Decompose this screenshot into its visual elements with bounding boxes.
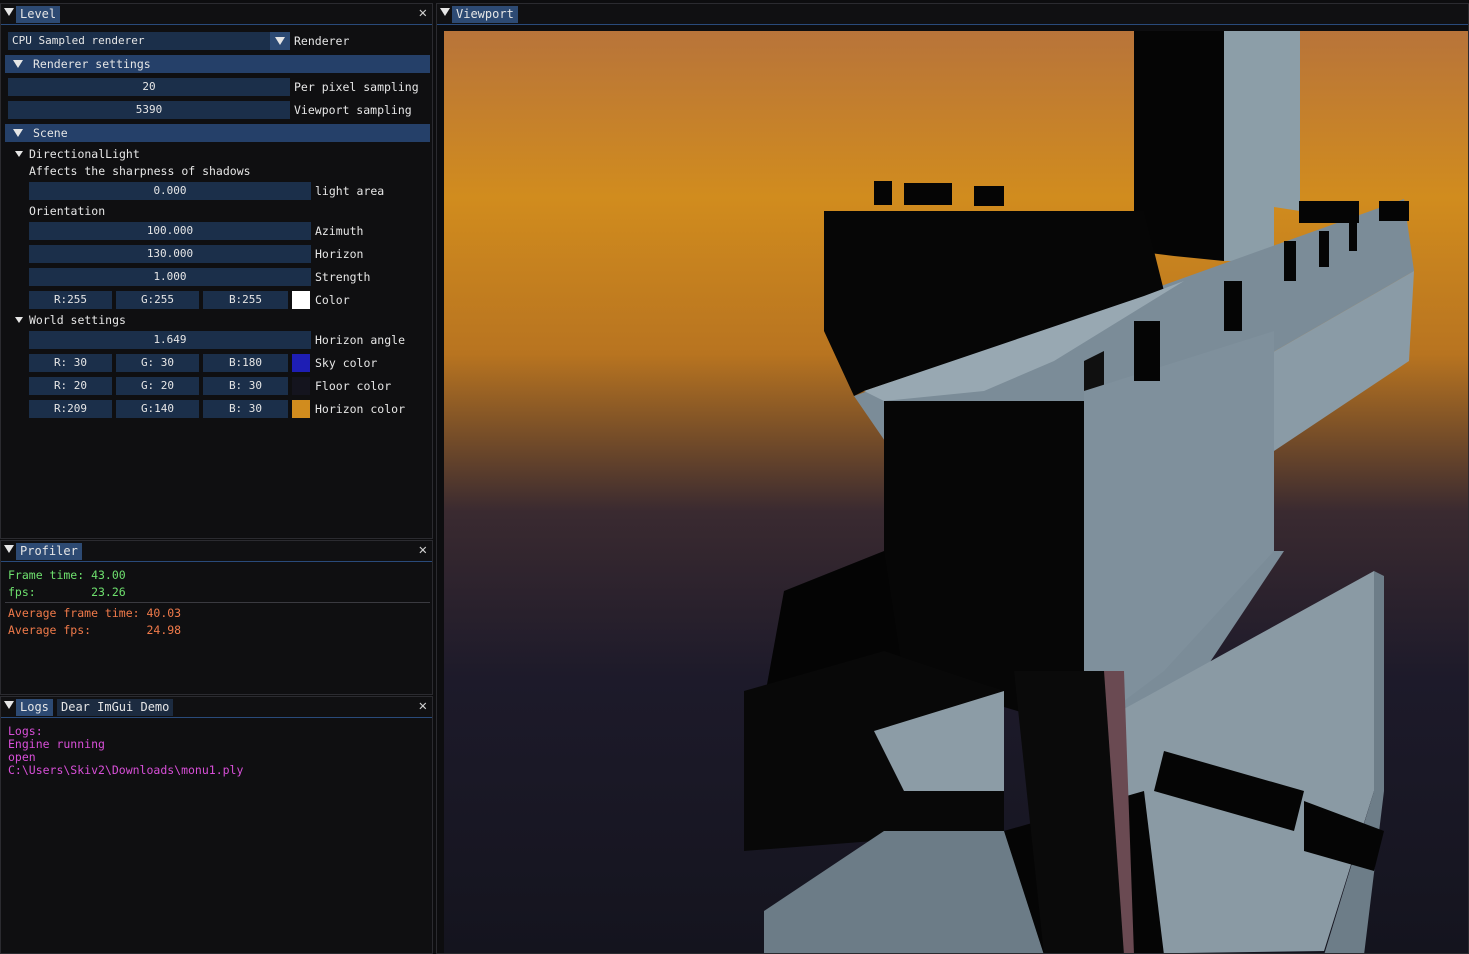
collapse-icon (13, 60, 23, 68)
horizon-r-input[interactable]: R:209 (29, 400, 112, 418)
viewport-panel: Viewport (436, 3, 1469, 954)
logs-panel: Logs Dear ImGui Demo ✕ Logs: Engine runn… (0, 696, 433, 954)
world-settings-label: World settings (29, 313, 126, 327)
frame-time-text: Frame time: 43.00 (8, 568, 126, 582)
log-line: Engine running (8, 737, 105, 751)
scene-header[interactable]: Scene (5, 124, 430, 142)
close-icon[interactable]: ✕ (419, 698, 427, 714)
profiler-panel: Profiler ✕ Frame time: 43.00 fps: 23.26 … (0, 540, 433, 695)
horizon-angle-label: Horizon angle (315, 333, 406, 347)
sharpness-text: Affects the sharpness of shadows (29, 164, 251, 178)
world-settings-node[interactable]: World settings (15, 311, 215, 329)
scene-title: Scene (33, 126, 68, 140)
floor-g-input[interactable]: G: 20 (116, 377, 199, 395)
color-label: Color (315, 293, 350, 307)
color-b-input[interactable]: B:255 (203, 291, 288, 309)
tab-viewport[interactable]: Viewport (452, 6, 518, 23)
collapse-icon[interactable] (4, 8, 14, 16)
horizon-label: Horizon (315, 247, 364, 261)
viewport-sampling-label: Viewport sampling (294, 103, 412, 117)
renderer-label: Renderer (294, 34, 350, 48)
strength-input[interactable]: 1.000 (29, 268, 311, 286)
light-color-swatch[interactable] (292, 291, 310, 309)
close-icon[interactable]: ✕ (419, 542, 427, 558)
level-titlebar: Level ✕ (1, 4, 432, 25)
collapse-icon[interactable] (4, 545, 14, 553)
azimuth-label: Azimuth (315, 224, 364, 238)
tab-logs[interactable]: Logs (16, 699, 53, 716)
light-area-label: light area (315, 184, 385, 198)
renderer-dropdown-button[interactable] (270, 32, 290, 50)
floor-b-input[interactable]: B: 30 (203, 377, 288, 395)
horizon-b-input[interactable]: B: 30 (203, 400, 288, 418)
renderer-select[interactable]: CPU Sampled renderer (8, 32, 270, 50)
renderer-settings-title: Renderer settings (33, 57, 151, 71)
sky-color-swatch[interactable] (292, 354, 310, 372)
floor-r-input[interactable]: R: 20 (29, 377, 112, 395)
floor-color-swatch[interactable] (292, 377, 310, 395)
light-area-input[interactable]: 0.000 (29, 182, 311, 200)
collapse-icon (13, 129, 23, 137)
close-icon[interactable]: ✕ (419, 5, 427, 21)
directional-light-node[interactable]: DirectionalLight (15, 145, 215, 163)
renderer-settings-header[interactable]: Renderer settings (5, 55, 430, 73)
sky-b-input[interactable]: B:180 (203, 354, 288, 372)
logs-titlebar: Logs Dear ImGui Demo ✕ (1, 697, 432, 718)
avg-frame-time-text: Average frame time: 40.03 (8, 606, 182, 620)
tab-level[interactable]: Level (16, 6, 61, 23)
directional-light-label: DirectionalLight (29, 147, 140, 161)
sky-color-label: Sky color (315, 356, 378, 370)
viewport-titlebar: Viewport (437, 4, 1468, 25)
viewport-render[interactable] (444, 31, 1469, 954)
horizon-angle-input[interactable]: 1.649 (29, 331, 311, 349)
collapse-icon[interactable] (4, 701, 14, 709)
color-g-input[interactable]: G:255 (116, 291, 199, 309)
azimuth-input[interactable]: 100.000 (29, 222, 311, 240)
tab-dear-imgui-demo[interactable]: Dear ImGui Demo (57, 699, 174, 716)
sky-g-input[interactable]: G: 30 (116, 354, 199, 372)
horizon-input[interactable]: 130.000 (29, 245, 311, 263)
sky-r-input[interactable]: R: 30 (29, 354, 112, 372)
fps-text: fps: 23.26 (8, 585, 126, 599)
per-pixel-sampling-input[interactable]: 20 (8, 78, 290, 96)
horizon-color-swatch[interactable] (292, 400, 310, 418)
orientation-text: Orientation (29, 204, 106, 218)
tree-arrow-icon (15, 317, 23, 323)
profiler-titlebar: Profiler ✕ (1, 541, 432, 562)
horizon-color-label: Horizon color (315, 402, 406, 416)
horizon-g-input[interactable]: G:140 (116, 400, 199, 418)
tab-profiler[interactable]: Profiler (16, 543, 82, 560)
avg-fps-text: Average fps: 24.98 (8, 623, 182, 637)
tree-arrow-icon (15, 151, 23, 157)
level-panel: Level ✕ CPU Sampled renderer Renderer Re… (0, 3, 433, 539)
color-r-input[interactable]: R:255 (29, 291, 112, 309)
strength-label: Strength (315, 270, 371, 284)
profiler-separator (5, 602, 430, 603)
log-output: Logs: Engine running open C:\Users\Skiv2… (8, 725, 243, 777)
per-pixel-sampling-label: Per pixel sampling (294, 80, 419, 94)
chevron-down-icon (275, 37, 285, 45)
log-line: C:\Users\Skiv2\Downloads\monu1.ply (8, 763, 244, 777)
viewport-sampling-input[interactable]: 5390 (8, 101, 290, 119)
floor-color-label: Floor color (315, 379, 392, 393)
collapse-icon[interactable] (440, 8, 450, 16)
